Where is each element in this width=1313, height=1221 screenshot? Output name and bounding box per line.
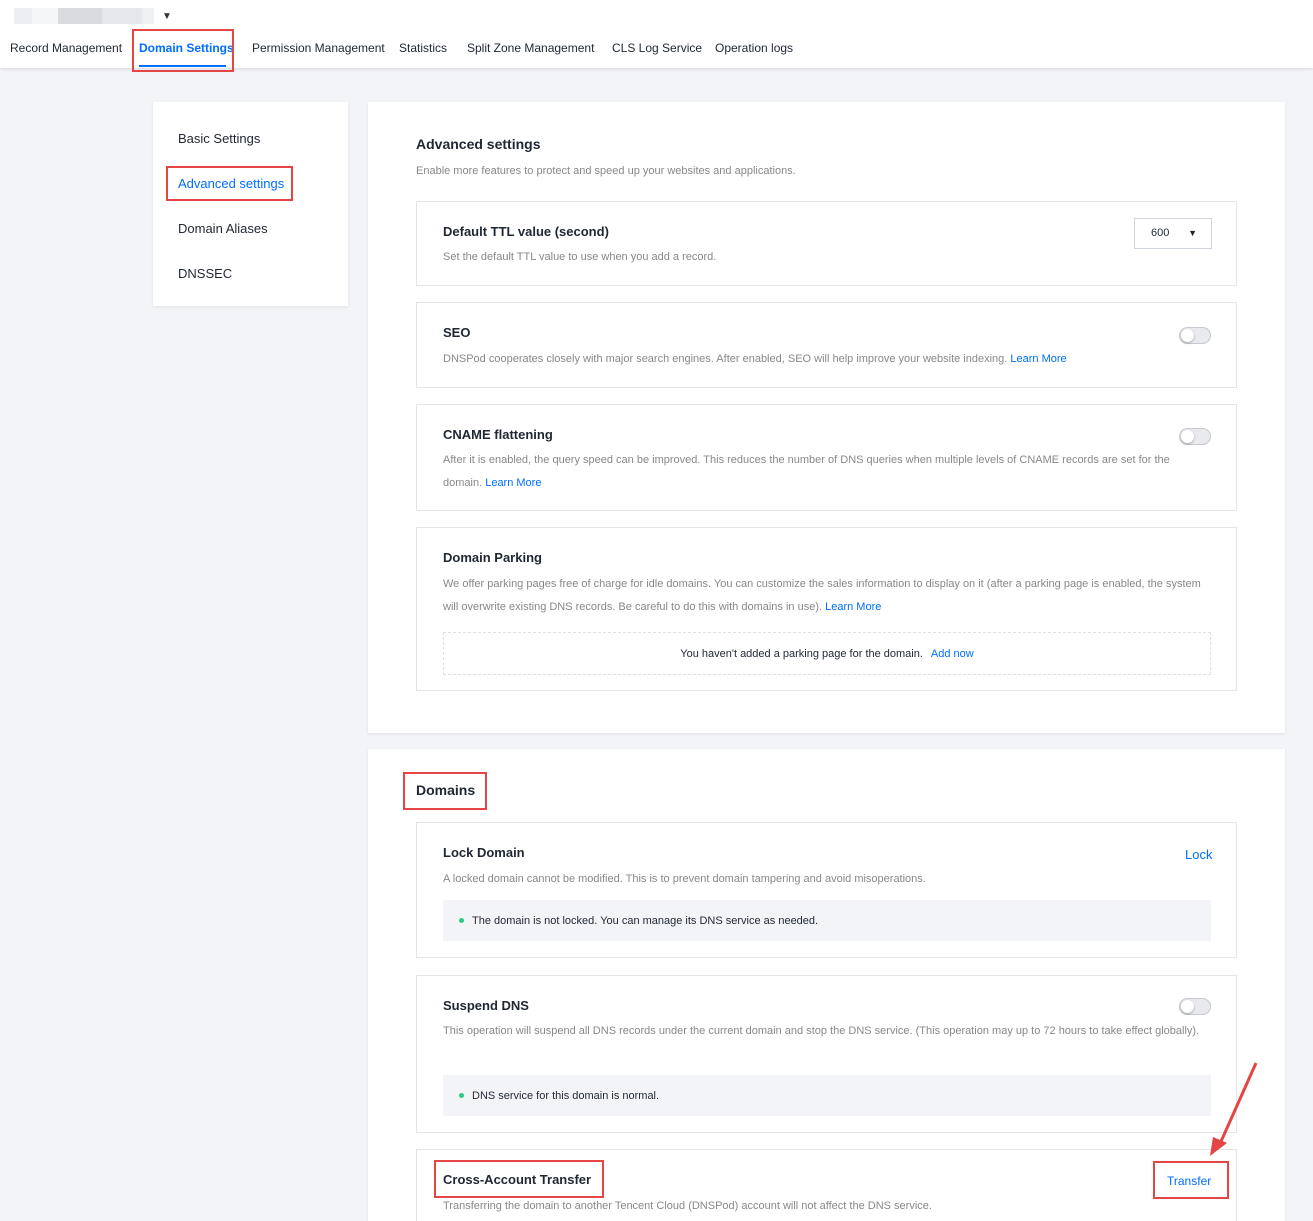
tab-record-management[interactable]: Record Management (10, 41, 122, 55)
domains-title: Domains (416, 782, 476, 798)
toggle-knob (1181, 430, 1194, 443)
seo-description-text: DNSPod cooperates closely with major sea… (443, 353, 1008, 365)
lock-button[interactable]: Lock (1185, 847, 1212, 862)
nav-item-basic-settings[interactable]: Basic Settings (178, 131, 260, 146)
lock-domain-card: Lock Domain A locked domain cannot be mo… (416, 822, 1237, 958)
tab-operation-logs[interactable]: Operation logs (715, 41, 793, 55)
transfer-description: Transferring the domain to another Tence… (443, 1200, 932, 1212)
toggle-knob (1181, 329, 1194, 342)
transfer-button[interactable]: Transfer (1167, 1174, 1211, 1188)
ttl-select[interactable]: 600 ▼ (1134, 218, 1212, 249)
parking-empty-state: You haven't added a parking page for the… (443, 632, 1211, 675)
blurred-domain-name-part (142, 8, 154, 24)
tab-split-zone-management[interactable]: Split Zone Management (467, 41, 594, 55)
domain-selector[interactable]: ▼ (14, 8, 172, 24)
parking-add-now-link[interactable]: Add now (931, 648, 974, 660)
ttl-title: Default TTL value (second) (443, 224, 609, 239)
blurred-domain-name (14, 8, 32, 24)
cname-flattening-card: CNAME flattening After it is enabled, th… (416, 404, 1237, 511)
cname-description-text: After it is enabled, the query speed can… (443, 454, 1170, 489)
transfer-title: Cross-Account Transfer (443, 1172, 592, 1187)
lock-title: Lock Domain (443, 845, 525, 860)
suspend-status: DNS service for this domain is normal. (443, 1075, 1211, 1116)
tab-statistics[interactable]: Statistics (399, 41, 447, 55)
advanced-settings-panel: Advanced settings Enable more features t… (368, 102, 1285, 733)
parking-title: Domain Parking (443, 550, 542, 565)
domain-parking-card: Domain Parking We offer parking pages fr… (416, 527, 1237, 691)
lock-description: A locked domain cannot be modified. This… (443, 873, 926, 885)
lock-status-text: The domain is not locked. You can manage… (472, 914, 819, 927)
nav-item-dnssec[interactable]: DNSSEC (178, 266, 232, 281)
nav-item-domain-aliases[interactable]: Domain Aliases (178, 221, 268, 236)
ttl-description: Set the default TTL value to use when yo… (443, 251, 717, 263)
cross-account-transfer-card: Cross-Account Transfer Transferring the … (416, 1149, 1237, 1221)
blurred-domain-name-part (58, 8, 102, 24)
parking-description: We offer parking pages free of charge fo… (443, 573, 1210, 619)
tab-cls-log-service[interactable]: CLS Log Service (612, 41, 702, 55)
parking-learn-more-link[interactable]: Learn More (825, 601, 881, 613)
cname-learn-more-link[interactable]: Learn More (485, 477, 541, 489)
nav-item-advanced-settings[interactable]: Advanced settings (178, 176, 284, 191)
seo-description: DNSPod cooperates closely with major sea… (443, 348, 1210, 371)
suspend-dns-card: Suspend DNS This operation will suspend … (416, 975, 1237, 1133)
domains-panel: Domains Lock Domain A locked domain cann… (368, 749, 1285, 1221)
caret-down-icon: ▼ (1188, 228, 1197, 238)
annotation-arrow-icon (1210, 1062, 1258, 1156)
panel-title: Advanced settings (416, 136, 541, 152)
parking-empty-text: You haven't added a parking page for the… (680, 647, 923, 660)
seo-toggle[interactable] (1179, 327, 1211, 344)
lock-status: The domain is not locked. You can manage… (443, 900, 1211, 941)
tab-domain-settings[interactable]: Domain Settings (139, 41, 234, 55)
suspend-title: Suspend DNS (443, 998, 529, 1013)
seo-title: SEO (443, 325, 471, 340)
seo-learn-more-link[interactable]: Learn More (1010, 353, 1066, 365)
ttl-card: Default TTL value (second) Set the defau… (416, 201, 1237, 286)
status-dot-icon (459, 1093, 464, 1098)
tab-permission-management[interactable]: Permission Management (252, 41, 385, 55)
cname-toggle[interactable] (1179, 428, 1211, 445)
blurred-domain-name-part (32, 8, 58, 24)
settings-side-nav: Basic Settings Advanced settings Domain … (153, 102, 348, 306)
cname-title: CNAME flattening (443, 427, 553, 442)
cname-description: After it is enabled, the query speed can… (443, 449, 1210, 495)
suspend-dns-toggle[interactable] (1179, 998, 1211, 1015)
top-bar: ▼ Record Management Domain Settings Perm… (0, 0, 1313, 68)
parking-description-text: We offer parking pages free of charge fo… (443, 578, 1201, 613)
seo-card: SEO DNSPod cooperates closely with major… (416, 302, 1237, 388)
suspend-description: This operation will suspend all DNS reco… (443, 1025, 1200, 1037)
active-tab-indicator (139, 65, 226, 67)
toggle-knob (1181, 1000, 1194, 1013)
panel-description: Enable more features to protect and spee… (416, 165, 796, 177)
suspend-status-text: DNS service for this domain is normal. (472, 1089, 660, 1102)
blurred-domain-name-part (102, 8, 142, 24)
caret-down-icon: ▼ (162, 10, 172, 22)
status-dot-icon (459, 918, 464, 923)
ttl-selected-value: 600 (1151, 227, 1170, 239)
